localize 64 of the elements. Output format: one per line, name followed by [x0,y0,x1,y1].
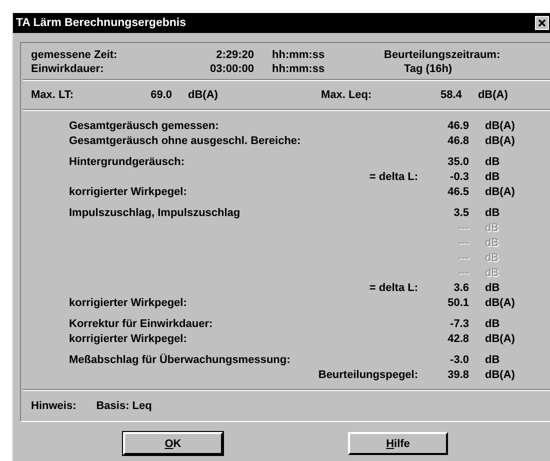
result-label: korrigierter Wirkpegel: [69,184,187,198]
unit-label: hh:mm:ss [271,62,326,76]
result-label: Korrektur für Einwirkdauer: [69,316,213,330]
unit-label: dB(A) [188,88,218,102]
result-value: -7.3 [449,316,469,330]
result-value: 39.8 [446,368,469,382]
period-label: Tag (16h) [403,62,454,76]
result-label: Impulszuschlag, Impulszuschlag [69,206,240,220]
result-label: = delta L: [369,170,418,184]
field-label: gemessene Zeit: [31,48,118,62]
result-label: Gesamtgeräusch gemessen: [69,118,219,132]
field-value: 2:29:20 [215,48,254,62]
field-label: Max. Leq: [320,88,373,102]
field-label: Max. LT: [31,88,75,102]
help-button[interactable]: Hilfe [348,432,448,455]
result-label: Meßabschlag für Überwachungsmessung: [69,352,290,366]
result-label: korrigierter Wirkpegel: [69,332,187,346]
result-value: 46.8 [446,134,469,148]
result-value: -0.3 [449,170,469,184]
field-value: 03:00:00 [208,62,254,76]
ok-button[interactable]: OK [123,432,223,455]
unit-label: dB(A) [484,184,516,198]
hint-text: Basis: Leq [96,399,152,413]
unit-label: dB(A) [478,88,508,102]
result-value: 42.8 [446,332,469,346]
unit-label: dB [484,266,500,280]
unit-label: dB(A) [484,332,516,346]
unit-label: dB(A) [484,134,516,148]
result-label: Hintergrundgeräusch: [69,154,185,168]
unit-label: dB [484,280,501,294]
unit-label: dB [484,250,500,264]
result-value: --- [457,236,469,250]
result-label: korrigierter Wirkpegel: [69,296,187,310]
unit-label: dB(A) [484,296,516,310]
result-label: = delta L: [369,280,418,294]
result-value: --- [457,220,469,234]
result-value: 3.5 [452,206,469,220]
unit-label: dB [484,236,500,250]
period-label: Beurteilungszeitraum: [384,48,502,62]
unit-label: hh:mm:ss [271,48,326,62]
field-value: 58.4 [440,88,462,102]
field-label: Einwirkdauer: [31,62,105,76]
hint-label: Hinweis: [31,399,76,413]
result-value: 46.9 [446,118,469,132]
unit-label: dB [484,316,501,330]
result-value: --- [457,250,469,264]
result-value: -3.0 [449,352,469,366]
result-value: 46.5 [446,184,469,198]
result-label: Beurteilungspegel: [318,368,418,382]
unit-label: dB(A) [484,368,516,382]
unit-label: dB [484,220,500,234]
field-value: 69.0 [150,88,172,102]
window-title: TA Lärm Berechnungsergebnis [16,17,187,29]
result-value: 50.1 [446,296,469,310]
unit-label: dB [484,206,501,220]
unit-label: dB(A) [484,118,516,132]
result-label: Gesamtgeräusch ohne ausgeschl. Bereiche: [69,134,301,148]
close-icon[interactable] [535,16,549,30]
unit-label: dB [484,352,501,366]
result-value: --- [457,266,469,280]
unit-label: dB [484,170,501,184]
result-value: 3.6 [452,280,469,294]
result-value: 35.0 [446,154,469,168]
unit-label: dB [484,154,501,168]
